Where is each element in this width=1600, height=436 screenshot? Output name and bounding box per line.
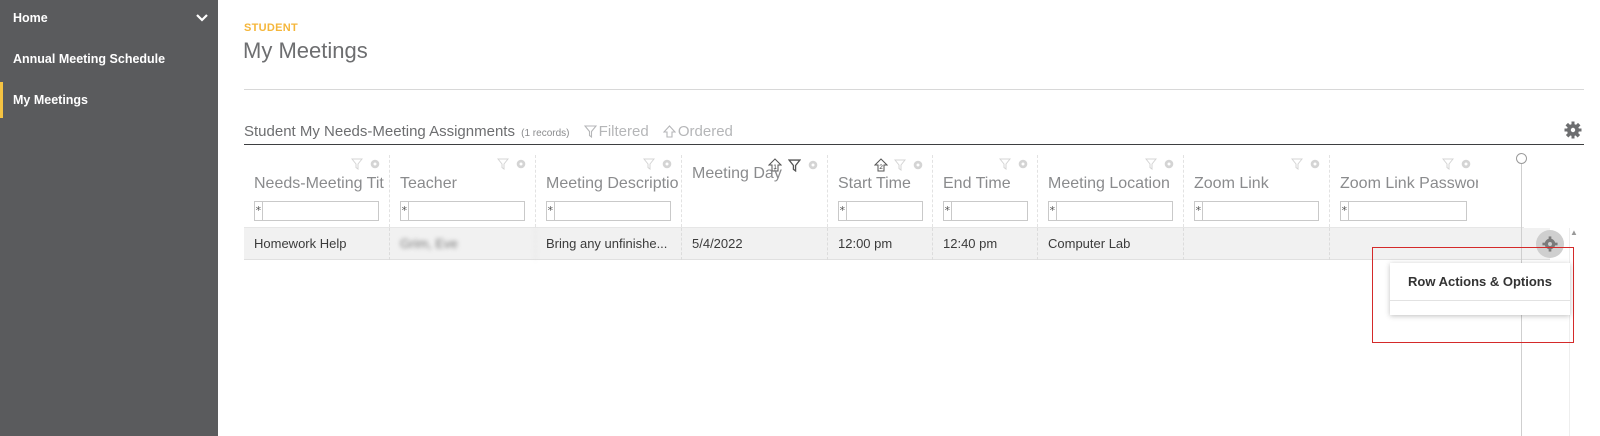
scroll-up-icon[interactable]: ▲ (1570, 228, 1578, 237)
cell-start-time: 12:00 pm (828, 228, 933, 260)
table-row[interactable]: Homework Help Grim, Eve Bring any unfini… (244, 228, 1550, 260)
filter-icon[interactable] (1145, 158, 1157, 170)
cell-end-time: 12:40 pm (933, 228, 1038, 260)
gear-icon[interactable] (369, 158, 381, 170)
filter-icon[interactable] (999, 158, 1011, 170)
column-label: Zoom Link (1194, 175, 1269, 192)
filter-operator[interactable]: * (1049, 202, 1057, 220)
column-label: Needs-Meeting Title (254, 175, 384, 192)
column-label: End Time (943, 175, 1011, 192)
column-label: Teacher (400, 175, 457, 192)
gear-icon[interactable] (661, 158, 673, 170)
sidebar-item-home[interactable]: Home (0, 0, 218, 36)
column-header-end-time[interactable]: End Time * (933, 155, 1102, 227)
filter-icon (583, 125, 597, 139)
column-filter[interactable]: * (254, 201, 413, 221)
sort-icon (662, 125, 677, 138)
filtered-label: Filtered (598, 123, 649, 140)
ordered-label: Ordered (677, 123, 733, 140)
column-resize-handle[interactable] (1516, 153, 1527, 164)
cell-title: Homework Help (244, 228, 390, 260)
column-filter[interactable]: * (1340, 201, 1499, 221)
gear-icon[interactable] (515, 158, 527, 170)
cell-description: Bring any unfinishe... (536, 228, 682, 260)
column-header-zoom-link[interactable]: Zoom Link * (1184, 155, 1353, 227)
filter-operator[interactable]: * (547, 202, 555, 220)
filter-input[interactable] (1348, 202, 1499, 220)
column-filter[interactable]: * (838, 201, 997, 221)
sort-order-icon[interactable]: 2 (874, 158, 888, 172)
column-header-teacher[interactable]: Teacher * (390, 155, 559, 227)
filter-operator[interactable]: * (1341, 202, 1349, 220)
sidebar-item-label: Home (13, 11, 48, 25)
filter-operator[interactable]: * (839, 202, 847, 220)
chevron-down-icon[interactable] (196, 12, 208, 24)
sidebar-item-label: My Meetings (13, 93, 89, 107)
column-filter[interactable]: * (400, 201, 559, 221)
page-title: My Meetings (243, 38, 368, 63)
filter-icon[interactable] (643, 158, 655, 170)
main-content: STUDENT My Meetings Student My Needs-Mee… (218, 0, 1600, 436)
column-header-start-time[interactable]: 2 Start Time * (828, 155, 997, 227)
filter-operator[interactable]: * (1195, 202, 1203, 220)
cell-zoom-link[interactable] (1184, 228, 1330, 260)
filter-icon[interactable] (1291, 158, 1303, 170)
column-filter[interactable]: * (1048, 201, 1207, 221)
ordered-toggle[interactable]: Ordered (662, 123, 733, 140)
sidebar-item-label: Annual Meeting Schedule (13, 52, 166, 66)
filter-operator[interactable]: * (255, 202, 263, 220)
column-filter[interactable]: * (1194, 201, 1353, 221)
column-label: Meeting Location (1048, 175, 1170, 192)
gear-icon[interactable] (1017, 158, 1029, 170)
filter-icon[interactable] (1442, 158, 1454, 170)
grid-title: Student My Needs-Meeting Assignments (244, 123, 515, 140)
gear-icon[interactable] (912, 159, 924, 171)
column-label: Start Time (838, 175, 911, 192)
grid-settings-gear-icon[interactable] (1564, 121, 1582, 139)
cell-location: Computer Lab (1038, 228, 1184, 260)
column-label: Meeting Day (692, 165, 782, 182)
sidebar: Home Annual Meeting Schedule My Meetings (0, 0, 218, 436)
row-actions-menu-title[interactable]: Row Actions & Options (1390, 263, 1570, 301)
record-count: (1 records) (521, 128, 570, 139)
sidebar-item-annual-meeting-schedule[interactable]: Annual Meeting Schedule (0, 41, 218, 77)
column-label: Meeting Description (546, 175, 678, 192)
grid-header: Student My Needs-Meeting Assignments (1 … (244, 123, 733, 140)
cell-teacher: Grim, Eve (390, 228, 536, 260)
filter-icon[interactable] (894, 159, 906, 171)
column-filter[interactable]: * (943, 201, 1102, 221)
column-header-meeting-day[interactable]: 1 Meeting Day (682, 155, 828, 227)
sort-order-number: 2 (879, 164, 883, 171)
filter-operator[interactable]: * (944, 202, 952, 220)
filter-operator[interactable]: * (401, 202, 409, 220)
column-filter[interactable]: * (546, 201, 705, 221)
filter-icon[interactable] (497, 158, 509, 170)
column-header-needs-meeting-title[interactable]: Needs-Meeting Title * (244, 155, 413, 227)
gear-icon[interactable] (1460, 158, 1472, 170)
column-header-meeting-location[interactable]: Meeting Location * (1038, 155, 1207, 227)
grid-header-rule (244, 144, 1584, 145)
page-eyebrow: STUDENT (244, 22, 299, 34)
filtered-toggle[interactable]: Filtered (583, 123, 653, 140)
gear-icon[interactable] (1309, 158, 1321, 170)
sidebar-item-my-meetings[interactable]: My Meetings (0, 82, 218, 118)
filter-icon[interactable] (351, 158, 363, 170)
row-actions-menu: Row Actions & Options (1390, 263, 1570, 315)
gear-icon[interactable] (1163, 158, 1175, 170)
column-header-meeting-description[interactable]: Meeting Description * (536, 155, 705, 227)
divider (244, 89, 1584, 90)
cell-day: 5/4/2022 (682, 228, 828, 260)
column-label: Zoom Link Password (1340, 175, 1478, 192)
column-header-zoom-link-password[interactable]: Zoom Link Password * (1330, 155, 1499, 227)
